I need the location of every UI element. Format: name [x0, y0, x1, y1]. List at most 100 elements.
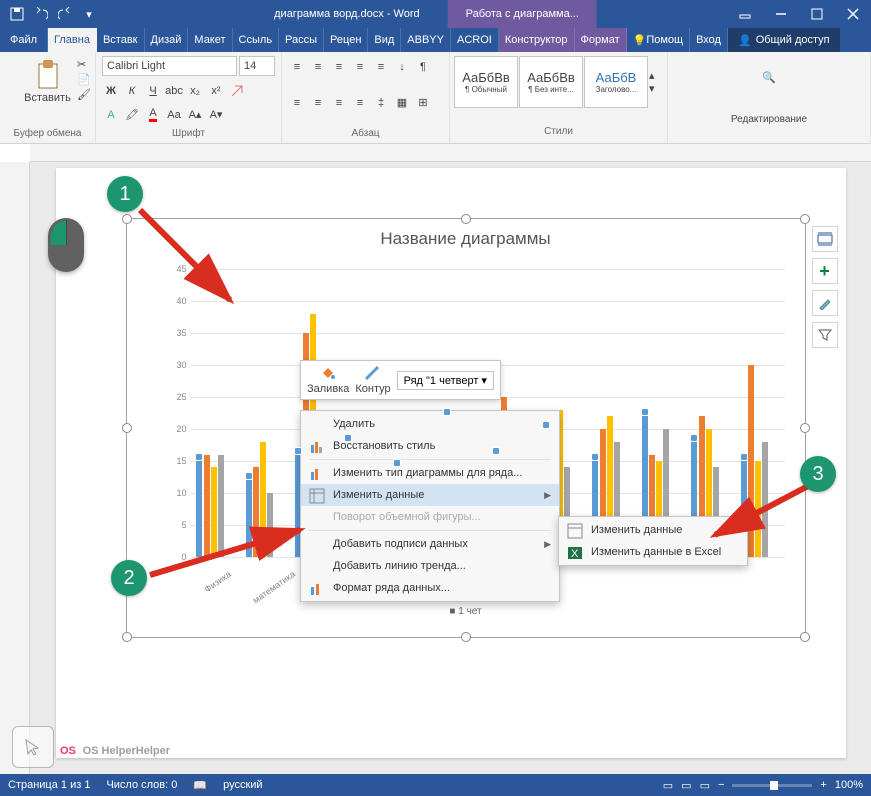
tab-abbyy[interactable]: ABBYY [401, 28, 451, 52]
tab-file[interactable]: Файл [0, 28, 48, 52]
ctx-reset-style[interactable]: Восстановить стиль [301, 435, 559, 457]
chart-tools-tab[interactable]: Работа с диаграмма... [448, 0, 597, 28]
ctx-format-series[interactable]: Формат ряда данных... [301, 577, 559, 599]
tab-references[interactable]: Ссыль [233, 28, 280, 52]
outline-button[interactable]: Контур [355, 365, 390, 395]
ctx-add-data-labels[interactable]: Добавить подписи данных▶ [301, 533, 559, 555]
view-web-icon[interactable]: ▭ [700, 779, 710, 792]
style-no-spacing[interactable]: АаБбВв¶ Без инте... [519, 56, 583, 108]
italic-button[interactable]: К [123, 82, 141, 100]
style-heading[interactable]: АаБбВЗаголово... [584, 56, 648, 108]
multilevel-icon[interactable]: ≡ [330, 58, 348, 76]
group-clipboard: Вставить ✂ 📄 🖌 Буфер обмена [0, 52, 96, 143]
subscript-button[interactable]: x₂ [186, 82, 204, 100]
find-icon[interactable]: 🔍 [762, 71, 776, 84]
qat-more-icon[interactable]: ▾ [78, 3, 100, 25]
tab-format[interactable]: Формат [575, 28, 627, 52]
style-normal[interactable]: АаБбВв¶ Обычный [454, 56, 518, 108]
ctx-3d-rotation: Поворот объемной фигуры... [301, 506, 559, 528]
status-wordcount[interactable]: Число слов: 0 [106, 779, 177, 791]
borders-icon[interactable]: ⊞ [414, 94, 432, 112]
maximize-icon[interactable] [799, 0, 835, 28]
font-size-combo[interactable]: 14 [239, 56, 275, 76]
view-print-icon[interactable]: ▭ [681, 779, 691, 792]
grow-font-icon[interactable]: A▴ [186, 106, 204, 124]
highlight-icon[interactable]: 🖍 [123, 106, 141, 124]
font-color-icon[interactable]: A [144, 106, 162, 124]
numbering-icon[interactable]: ≡ [309, 58, 327, 76]
close-icon[interactable] [835, 0, 871, 28]
underline-button[interactable]: Ч [144, 82, 162, 100]
ruler-vertical[interactable] [0, 162, 30, 774]
indent-dec-icon[interactable]: ≡ [351, 58, 369, 76]
save-icon[interactable] [6, 3, 28, 25]
chart-styles-icon[interactable] [812, 290, 838, 316]
share-button[interactable]: 👤 Общий доступ [728, 28, 840, 52]
bullets-icon[interactable]: ≡ [288, 58, 306, 76]
tab-signin[interactable]: Вход [690, 28, 728, 52]
zoom-level[interactable]: 100% [835, 779, 863, 791]
align-right-icon[interactable]: ≡ [330, 94, 348, 112]
ctx-edit-data[interactable]: Изменить данные▶ [301, 484, 559, 506]
format-painter-icon[interactable]: 🖌 [77, 88, 91, 101]
tab-design[interactable]: Дизай [145, 28, 189, 52]
tab-review[interactable]: Рецен [324, 28, 368, 52]
sub-edit-data-excel[interactable]: XИзменить данные в Excel [559, 541, 747, 563]
tab-help[interactable]: 💡 Помощ [627, 28, 690, 52]
align-center-icon[interactable]: ≡ [309, 94, 327, 112]
series-combo[interactable]: Ряд "1 четверт ▾ [397, 371, 494, 390]
zoom-slider[interactable] [732, 784, 812, 787]
ribbon-tabs: Файл Главна Вставк Дизай Макет Ссыль Рас… [0, 28, 871, 52]
ribbon-options-icon[interactable] [727, 0, 763, 28]
shading-icon[interactable]: ▦ [393, 94, 411, 112]
tab-mailings[interactable]: Рассы [279, 28, 324, 52]
zoom-in-icon[interactable]: + [820, 779, 826, 791]
ruler-horizontal[interactable] [30, 144, 871, 162]
status-language[interactable]: русский [223, 779, 262, 791]
tab-insert[interactable]: Вставк [97, 28, 145, 52]
tab-constructor[interactable]: Конструктор [499, 28, 575, 52]
chart-filters-icon[interactable] [812, 322, 838, 348]
tab-home[interactable]: Главна [48, 28, 97, 52]
ctx-change-chart-type[interactable]: Изменить тип диаграммы для ряда... [301, 462, 559, 484]
sub-edit-data[interactable]: Изменить данные [559, 519, 747, 541]
ctx-delete[interactable]: Удалить [301, 413, 559, 435]
tab-view[interactable]: Вид [368, 28, 401, 52]
font-name-combo[interactable]: Calibri Light [102, 56, 237, 76]
edit-data-icon [309, 488, 325, 504]
change-case-icon[interactable]: Aa [165, 106, 183, 124]
redo-icon[interactable] [54, 3, 76, 25]
justify-icon[interactable]: ≡ [351, 94, 369, 112]
align-left-icon[interactable]: ≡ [288, 94, 306, 112]
show-marks-icon[interactable]: ¶ [414, 58, 432, 76]
text-effects-icon[interactable]: A [102, 106, 120, 124]
mini-toolbar: Заливка Контур Ряд "1 четверт ▾ [300, 360, 501, 400]
tab-layout[interactable]: Макет [188, 28, 232, 52]
layout-options-icon[interactable] [812, 226, 838, 252]
clear-format-icon[interactable] [228, 82, 246, 100]
fill-button[interactable]: Заливка [307, 365, 349, 395]
view-read-icon[interactable]: ▭ [663, 779, 673, 792]
status-page[interactable]: Страница 1 из 1 [8, 779, 90, 791]
cut-icon[interactable]: ✂ [77, 58, 91, 71]
line-spacing-icon[interactable]: ‡ [372, 94, 390, 112]
status-spellcheck-icon[interactable]: 📖 [193, 779, 207, 792]
indent-inc-icon[interactable]: ≡ [372, 58, 390, 76]
shrink-font-icon[interactable]: A▾ [207, 106, 225, 124]
superscript-button[interactable]: x² [207, 82, 225, 100]
bold-button[interactable]: Ж [102, 82, 120, 100]
ctx-add-trendline[interactable]: Добавить линию тренда... [301, 555, 559, 577]
chart-legend[interactable]: ■ 1 чет [449, 606, 481, 617]
undo-icon[interactable] [30, 3, 52, 25]
zoom-out-icon[interactable]: − [718, 779, 724, 791]
callout-2: 2 [111, 560, 147, 596]
change-type-icon [309, 466, 325, 482]
tab-acrobat[interactable]: ACROI [451, 28, 499, 52]
sort-icon[interactable]: ↓ [393, 58, 411, 76]
chart-elements-icon[interactable]: + [812, 258, 838, 284]
copy-icon[interactable]: 📄 [77, 73, 91, 86]
styles-more-icon[interactable]: ▴▾ [649, 56, 655, 108]
strike-button[interactable]: abc [165, 82, 183, 100]
minimize-icon[interactable] [763, 0, 799, 28]
cursor-icon [12, 726, 54, 768]
